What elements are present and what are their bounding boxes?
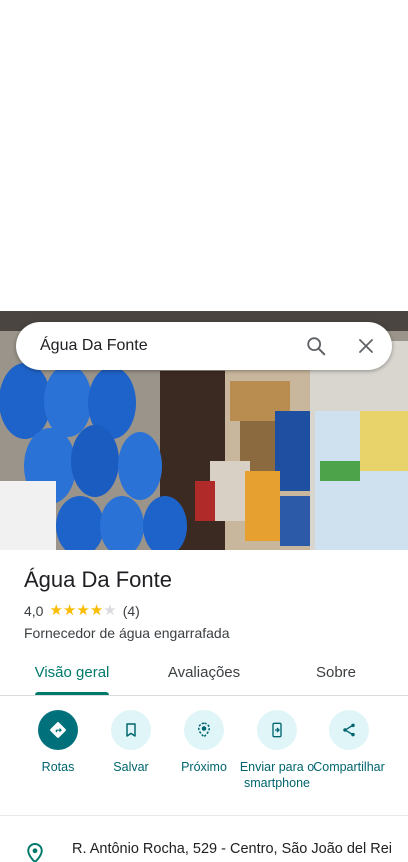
action-label: Enviar para o smartphone <box>239 760 315 790</box>
tab-overview[interactable]: Visão geral <box>22 648 122 696</box>
tab-bar: Visão geral Avaliações Sobre <box>0 648 408 696</box>
close-icon[interactable] <box>354 334 378 358</box>
location-pin-icon <box>26 842 44 862</box>
action-label: Salvar <box>113 760 149 774</box>
place-category: Fornecedor de água engarrafada <box>24 625 230 641</box>
star-empty-icon: ★ <box>103 602 117 619</box>
directions-button[interactable]: Rotas <box>17 710 99 775</box>
map-area-blank <box>0 0 408 311</box>
action-label: Rotas <box>41 760 75 774</box>
address-text: R. Antônio Rocha, 529 - Centro, São João… <box>72 841 392 857</box>
bookmark-icon <box>111 710 151 750</box>
nearby-button[interactable]: Próximo <box>163 710 245 775</box>
tab-reviews[interactable]: Avaliações <box>154 648 254 696</box>
star-icon: ★ <box>49 602 63 619</box>
rating-row[interactable]: 4,0 ★ ★ ★ ★ ★ (4) <box>24 603 140 620</box>
star-icon: ★ <box>62 602 77 619</box>
send-to-phone-icon <box>257 710 297 750</box>
star-icon: ★ <box>89 602 104 619</box>
tab-label: Visão geral <box>34 663 110 681</box>
place-title: Água Da Fonte <box>24 567 172 592</box>
search-icon[interactable] <box>304 334 328 358</box>
tab-label: Avaliações <box>167 663 241 681</box>
rating-value: 4,0 <box>24 603 44 619</box>
share-button[interactable]: Compartilhar <box>308 710 390 775</box>
action-label: Próximo <box>181 760 227 774</box>
directions-icon <box>38 710 78 750</box>
send-to-phone-button[interactable]: Enviar para o smartphone <box>236 710 318 791</box>
active-tab-indicator <box>35 692 109 695</box>
review-count[interactable]: (4) <box>123 603 140 619</box>
nearby-icon <box>184 710 224 750</box>
tab-about[interactable]: Sobre <box>296 648 376 696</box>
tab-label: Sobre <box>315 663 357 681</box>
divider <box>0 815 408 816</box>
share-icon <box>329 710 369 750</box>
save-button[interactable]: Salvar <box>90 710 172 775</box>
star-icon: ★ <box>76 602 90 619</box>
star-rating: ★ ★ ★ ★ ★ <box>49 603 116 619</box>
action-label: Compartilhar <box>313 760 385 774</box>
search-input[interactable]: Água Da Fonte <box>40 337 290 355</box>
search-bar[interactable]: Água Da Fonte <box>16 322 392 370</box>
action-buttons: Rotas Salvar Próximo Enviar para o smart… <box>0 706 408 816</box>
